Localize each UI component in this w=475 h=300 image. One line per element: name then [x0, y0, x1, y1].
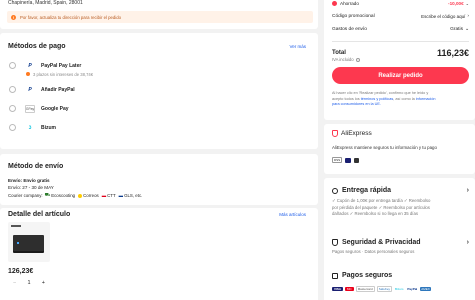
payment-option-google-pay[interactable]: GPay Google Pay: [9, 100, 309, 117]
bag-icon: [332, 272, 338, 279]
correos-icon: [78, 193, 83, 198]
shield-icon: [332, 130, 338, 137]
see-more-link[interactable]: Ver más: [289, 44, 306, 49]
visa-logo: VISA: [332, 287, 344, 291]
ecoscooting-icon: ⛟: [44, 192, 51, 197]
address-line: Chapinería, Madrid, Spain, 28001: [8, 0, 83, 6]
items-title: Detalle del artículo: [8, 211, 71, 218]
item-detail-card: Detalle del artículo Más artículos 126,2…: [0, 208, 318, 300]
promo-row[interactable]: Código promocional Escribe el código aqu…: [332, 14, 469, 19]
paypal-later-note: 3 plazos sin intereses de 38,74€: [26, 70, 309, 78]
payment-option-add-paypal[interactable]: P Añadir PayPal: [9, 81, 309, 98]
visa-icon: [345, 157, 352, 163]
paypal-logo: PayPal: [407, 287, 418, 291]
chevron-right-icon[interactable]: ›: [467, 239, 469, 246]
mastercard-logo: MC: [345, 287, 354, 291]
product-label-strip: [11, 225, 21, 227]
info-icon[interactable]: [355, 57, 360, 62]
privacy-section[interactable]: Seguridad & Privacidad › Pagos seguros ·…: [332, 239, 469, 256]
secure-payments-section: Pagos seguros VISA MC Mastercard SafeKey…: [332, 272, 469, 292]
vat-note: IVA incluido: [332, 57, 360, 62]
paypal-icon: P: [28, 86, 32, 93]
summary-divider: [332, 41, 469, 42]
place-order-button[interactable]: Realizar pedido: [332, 67, 469, 84]
saved-row: Ahorrado -10,00€ ⌄: [332, 0, 469, 6]
trust-card: AliExpress AliExpress mantiene seguros t…: [324, 124, 475, 174]
warning-text: Por favor, actualiza tu dirección para r…: [20, 14, 122, 20]
clock-icon: [332, 187, 338, 194]
promo-code-input[interactable]: Escribe el código aquí: [421, 14, 465, 19]
info-icon: [26, 72, 30, 76]
mastercard-id-logo: Mastercard: [355, 286, 375, 292]
benefits-card: Entrega rápida › ✓ Cupón de 1,00€ por en…: [324, 178, 475, 300]
increase-qty-button[interactable]: +: [42, 280, 45, 286]
consumer-info-link[interactable]: información: [416, 97, 436, 101]
radio-google-pay[interactable]: [9, 105, 16, 112]
chevron-right-icon[interactable]: ›: [467, 14, 469, 19]
bizum-logo: Bizum: [395, 287, 404, 291]
aliexpress-brand: AliExpress: [332, 130, 372, 137]
radio-paypal-later[interactable]: [9, 62, 16, 69]
lock-icon: [354, 157, 360, 163]
shipping-title: Método de envío: [8, 163, 64, 170]
legal-text: Al hacer clic en 'Realizar pedido', conf…: [332, 91, 469, 108]
more-items-link[interactable]: Más artículos: [279, 212, 306, 217]
chevron-down-icon[interactable]: ⌄: [465, 27, 469, 32]
trust-badges: DSS: [332, 157, 360, 163]
fast-delivery-section[interactable]: Entrega rápida › ✓ Cupón de 1,00€ por en…: [332, 187, 469, 218]
shield-check-icon: [332, 239, 338, 246]
chevron-down-icon[interactable]: ⌄: [466, 1, 469, 6]
chevron-right-icon[interactable]: ›: [467, 187, 469, 194]
payment-logos: VISA MC Mastercard SafeKey Bizum PayPal …: [332, 286, 469, 292]
shipping-method-card: Método de envío Envío: Envío gratis Enví…: [0, 154, 318, 205]
dss-badge: DSS: [332, 157, 343, 163]
ctt-icon: ▬: [101, 193, 107, 198]
order-summary-card: Ahorrado -10,00€ ⌄ Código promocional Es…: [324, 0, 475, 120]
quantity-stepper[interactable]: − 1 +: [8, 278, 50, 287]
shipping-dates: Envío: 27 - 30 de MAY: [8, 185, 54, 190]
courier-row: Courier company: ⛟ Ecoscooting Correos ▬…: [8, 192, 143, 198]
trust-text: AliExpress mantiene seguros tu informaci…: [332, 145, 437, 150]
bizum-icon: ʖ: [28, 124, 32, 131]
payment-title: Métodos de pago: [8, 43, 66, 50]
amex-logo: AMEX: [420, 287, 431, 291]
radio-bizum[interactable]: [9, 124, 16, 131]
address-card: Chapinería, Madrid, Spain, 28001 ! Por f…: [0, 0, 318, 29]
payment-option-bizum[interactable]: ʖ Bizum: [9, 119, 309, 136]
radio-add-paypal[interactable]: [9, 86, 16, 93]
decrease-qty-button[interactable]: −: [13, 280, 16, 286]
consumer-info-link-2[interactable]: para consumidores en la UE.: [332, 102, 469, 108]
google-pay-icon: GPay: [25, 104, 35, 113]
shipping-free: Envío: Envío gratis: [8, 178, 50, 183]
shipping-cost-row: Gastos de envío Gratis ⌄: [332, 27, 469, 32]
paypal-icon: P: [28, 62, 32, 69]
gls-icon: ▬: [118, 193, 124, 198]
terms-link[interactable]: términos y políticas: [361, 97, 394, 101]
saved-dot-icon: [332, 0, 337, 6]
address-warning[interactable]: ! Por favor, actualiza tu dirección para…: [7, 11, 313, 23]
qty-value[interactable]: 1: [27, 280, 30, 286]
product-thumbnail[interactable]: [8, 222, 50, 262]
product-price: 126,23€: [8, 268, 34, 275]
payment-methods-card: Métodos de pago Ver más P PayPal Pay Lat…: [0, 33, 318, 149]
warning-icon: !: [11, 14, 16, 20]
safekey-logo: SafeKey: [376, 286, 393, 292]
